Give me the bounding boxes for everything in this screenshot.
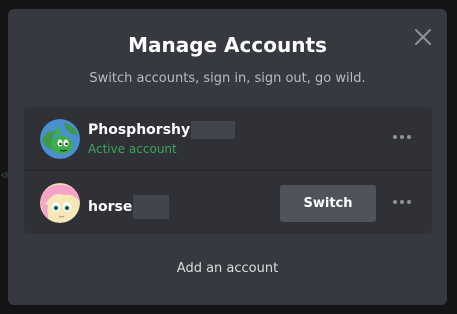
add-account-link[interactable]: Add an account — [8, 261, 447, 276]
green-character-avatar-icon — [40, 119, 80, 159]
active-account-label: Active account — [88, 142, 177, 156]
more-options-button[interactable] — [392, 194, 412, 210]
avatar — [40, 119, 80, 159]
redaction-block — [191, 121, 236, 139]
account-list: Phosphorshy Active account horse Switch — [24, 107, 432, 234]
manage-accounts-modal: Manage Accounts Switch accounts, sign in… — [8, 9, 447, 305]
account-row-active: Phosphorshy Active account — [24, 107, 432, 170]
account-row-horse: horse Switch — [24, 170, 432, 234]
account-name: horse — [88, 195, 170, 219]
modal-subtitle: Switch accounts, sign in, sign out, go w… — [89, 71, 366, 86]
more-horizontal-icon — [393, 135, 411, 139]
more-options-button[interactable] — [392, 129, 412, 145]
pink-character-avatar-icon — [40, 183, 80, 223]
modal-title: Manage Accounts — [128, 33, 327, 57]
more-horizontal-icon — [393, 200, 411, 204]
account-name: Phosphorshy — [88, 121, 236, 139]
switch-button[interactable]: Switch — [280, 185, 376, 222]
avatar — [40, 183, 80, 223]
redaction-block — [133, 195, 170, 219]
